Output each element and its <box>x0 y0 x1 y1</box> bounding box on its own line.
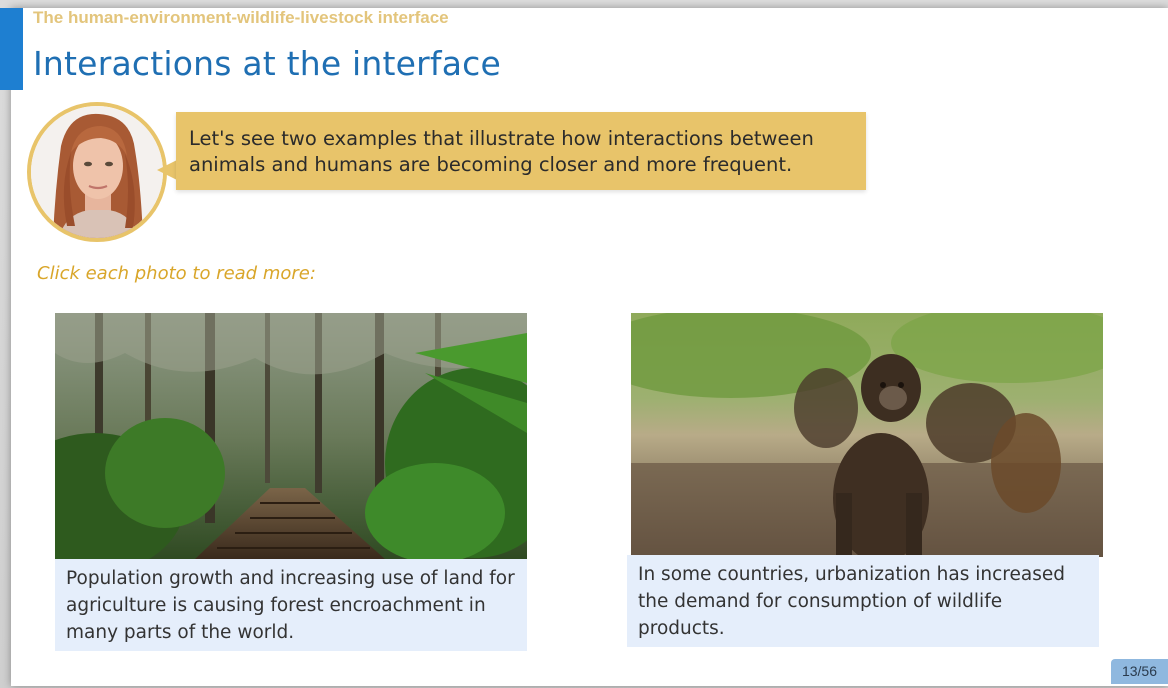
narrator-avatar <box>27 102 167 242</box>
speech-bubble: Let's see two examples that illustrate h… <box>176 112 866 190</box>
photo-card-monkeys[interactable]: In some countries, urbanization has incr… <box>627 313 1103 651</box>
title-accent-bar <box>0 8 23 90</box>
photo-card-forest[interactable]: Population growth and increasing use of … <box>55 313 527 651</box>
monkeys-image <box>631 313 1103 557</box>
instruction-text: Click each photo to read more: <box>37 263 316 284</box>
forest-boardwalk-photo[interactable] <box>55 313 527 559</box>
speech-bubble-tail <box>157 160 177 180</box>
module-title: The human-environment-wildlife-livestock… <box>33 8 449 27</box>
page-counter: 13/56 <box>1111 659 1168 684</box>
forest-boardwalk-image <box>55 313 527 559</box>
speech-bubble-text: Let's see two examples that illustrate h… <box>189 127 814 176</box>
forest-caption: Population growth and increasing use of … <box>55 559 527 651</box>
narrator-portrait-icon <box>31 106 163 238</box>
page-title: Interactions at the interface <box>33 44 501 83</box>
monkeys-caption: In some countries, urbanization has incr… <box>627 555 1099 647</box>
monkeys-photo[interactable] <box>631 313 1103 557</box>
